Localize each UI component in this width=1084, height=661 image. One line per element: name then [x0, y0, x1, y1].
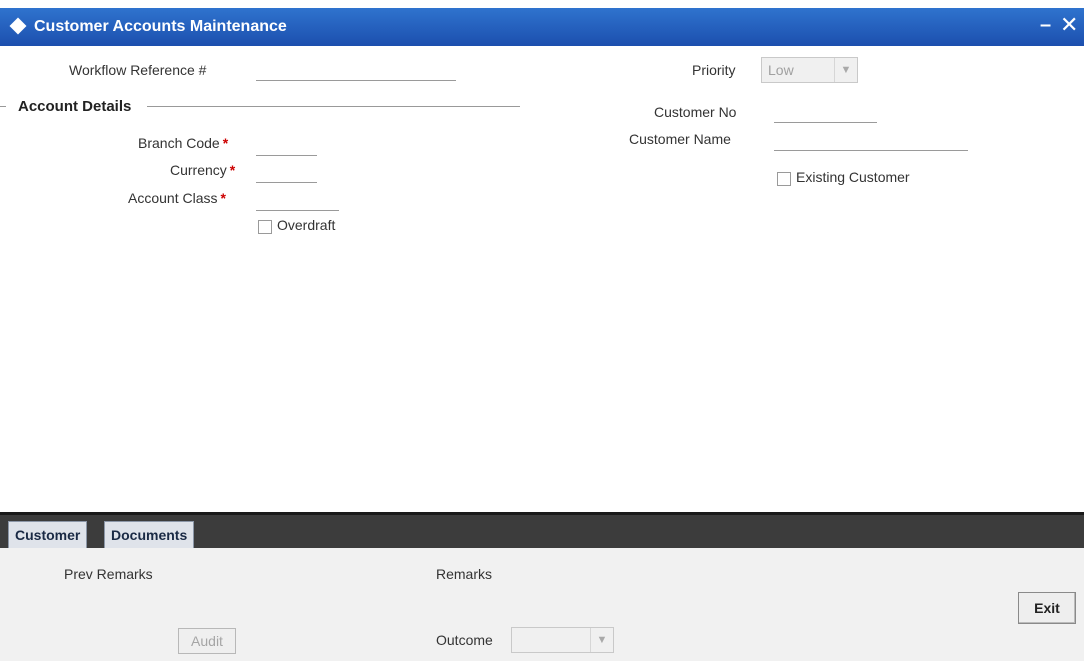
title-bar[interactable]: Customer Accounts Maintenance – ✕ [0, 8, 1084, 46]
audit-button[interactable]: Audit [178, 628, 236, 654]
branch-code-input[interactable] [256, 135, 317, 156]
customer-name-input[interactable] [774, 130, 968, 151]
exit-button[interactable]: Exit [1018, 592, 1076, 624]
tab-customer[interactable]: Customer [8, 521, 88, 549]
outcome-select[interactable]: ▼ [511, 627, 614, 653]
prev-remarks-label: Prev Remarks [64, 566, 153, 582]
chevron-down-icon: ▼ [834, 58, 857, 82]
diamond-icon [9, 17, 27, 35]
section-divider-left [0, 106, 6, 107]
account-class-input[interactable] [256, 190, 339, 211]
close-button[interactable]: ✕ [1060, 12, 1078, 38]
priority-value: Low [768, 62, 794, 78]
chevron-down-icon: ▼ [590, 628, 613, 652]
account-details-title: Account Details [18, 98, 132, 115]
branch-code-label: Branch Code * [138, 135, 229, 151]
window-title: Customer Accounts Maintenance [34, 18, 287, 35]
remarks-label: Remarks [436, 566, 493, 582]
customer-no-label: Customer No [654, 104, 737, 120]
required-marker: * [220, 190, 226, 206]
tab-bar: Customer Documents [0, 512, 1084, 551]
workflow-reference-input[interactable] [256, 60, 456, 81]
customer-no-input[interactable] [774, 102, 877, 123]
priority-label: Priority [692, 62, 736, 78]
required-marker: * [229, 162, 236, 178]
overdraft-checkbox[interactable] [258, 220, 272, 234]
currency-label: Currency * [170, 162, 236, 178]
tab-documents[interactable]: Documents [104, 521, 195, 549]
section-divider [147, 106, 520, 107]
overdraft-label: Overdraft [277, 217, 336, 233]
priority-select[interactable]: Low ▼ [761, 57, 858, 83]
outcome-label: Outcome [436, 632, 493, 648]
customer-name-label: Customer Name [629, 131, 731, 147]
customer-accounts-maintenance-window: Customer Accounts Maintenance – ✕ Workfl… [0, 0, 1084, 661]
account-class-label: Account Class * [128, 190, 226, 206]
existing-customer-label: Existing Customer [796, 169, 910, 185]
existing-customer-checkbox[interactable] [777, 172, 791, 186]
required-marker: * [222, 135, 229, 151]
workflow-reference-label: Workflow Reference # [69, 62, 207, 78]
minimize-button[interactable]: – [1040, 14, 1051, 37]
currency-input[interactable] [256, 162, 317, 183]
footer-panel: Prev Remarks Remarks Exit Audit Outcome … [0, 548, 1084, 661]
